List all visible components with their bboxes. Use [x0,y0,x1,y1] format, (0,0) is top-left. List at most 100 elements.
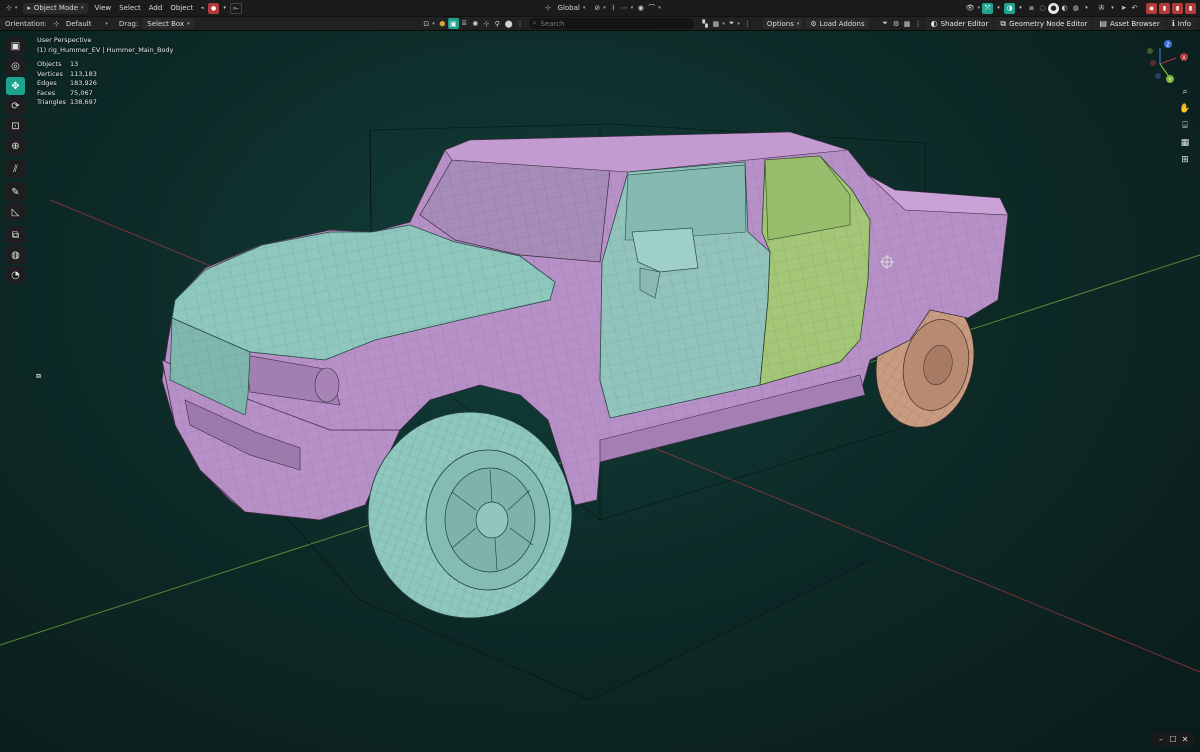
gizmo-toggle-icon[interactable]: ⤧ [982,2,993,14]
material-filter-icon[interactable]: ⬤ [503,18,515,29]
snap-target-icon[interactable]: ⋯ ▾ [619,3,636,14]
mode-dropdown[interactable]: ▸ Object Mode ▾ [23,2,88,14]
measure-tool[interactable]: ◺ [6,203,25,221]
chevron-down-icon: ▾ [582,5,586,11]
visibility-icon[interactable]: 👁 ▾ [964,3,982,14]
tab-shader-editor[interactable]: ◐ Shader Editor [925,17,994,30]
transform-tool[interactable]: ⊕ [6,137,25,155]
bookmark-icon[interactable]: ▚ [700,18,711,29]
chevron-down-icon[interactable]: ▾ [1081,3,1092,14]
shading-wireframe-icon[interactable]: ◌ [1037,3,1048,14]
select-box-tool[interactable]: ▣ [6,37,25,55]
options-dropdown[interactable]: Options ▾ [762,18,804,29]
drag-dropdown[interactable]: Select Box ▾ [143,18,194,29]
xray-icon[interactable]: ⧈ [1026,3,1037,14]
armature-filter-icon[interactable]: ⚲ [492,18,503,29]
draw-tool[interactable]: ✎ [6,183,25,201]
cursor-arrow-icon[interactable]: ➤ [1118,3,1129,14]
overlay-toggle-icon[interactable]: ◑ [1004,2,1015,14]
rotate-tool[interactable]: ⟳ [6,97,25,115]
pan-hand-icon[interactable]: ✋ [1179,102,1192,115]
sidebar-toggle-icon[interactable]: ⧈ [36,371,45,380]
tab-label: Asset Browser [1109,19,1160,28]
empty-filter-icon[interactable]: ⊹ [481,18,492,29]
constraint-icon[interactable]: ⟜ [230,2,242,14]
orientation-icon: ⊹ [53,19,60,28]
menu-select[interactable]: Select [115,4,145,12]
chevron-down-icon[interactable]: ▾ [1107,3,1118,14]
chevron-down-icon[interactable]: ▾ [219,3,230,14]
search-input[interactable]: ⌕ Search [528,18,694,29]
navigation-gizmo[interactable]: Z X Y [1147,40,1188,84]
mesh-filter-icon[interactable]: ▣ [447,18,459,29]
zoom-icon[interactable]: ⌕ [1179,85,1192,98]
shading-material-icon[interactable]: ◐ [1059,3,1070,14]
chevron-down-icon[interactable]: ▾ [1015,3,1026,14]
tab-info[interactable]: ℹ Info [1166,17,1196,30]
minimize-icon[interactable]: – [1155,734,1167,745]
pencil-icon: ✎ [11,186,20,198]
close-icon[interactable]: ✕ [1179,734,1191,745]
perspective-toggle-icon[interactable]: ▦ [1179,136,1192,149]
menu-object[interactable]: Object [166,4,197,12]
editor-type-button[interactable]: ⊹ ▾ [4,3,19,14]
settings-icon[interactable]: ⚙ [891,18,902,29]
add-cube-tool[interactable]: ⧉ [6,226,25,244]
stop-icon[interactable]: ● [208,2,220,14]
add-tool[interactable]: ◍ [6,246,25,264]
render-icon[interactable]: ✇ [1096,3,1107,14]
more-options-icon[interactable]: ⋮ [913,18,924,29]
addon-icon: ⚙ [810,19,817,28]
filter-more-icon[interactable]: ⋮ [515,18,526,29]
warning-icon[interactable]: ▮ [1172,2,1183,14]
filter-icon[interactable]: ⏷ ▾ [727,18,742,29]
layout-icon[interactable]: ▦ ▾ [711,18,727,29]
3d-viewport[interactable]: Z X Y [0,31,1200,752]
tab-geometry-node-editor[interactable]: ⧉ Geometry Node Editor [995,17,1093,30]
alert-icon[interactable]: ▮ [1159,2,1170,14]
cube-icon: ⧉ [11,229,20,241]
front-wheel [367,411,573,619]
annotate-tool[interactable]: ⫽ [6,160,25,178]
error-icon[interactable]: ▮ [1185,2,1196,14]
menu-add[interactable]: Add [145,4,167,12]
shader-icon: ◐ [930,19,938,28]
tab-asset-browser[interactable]: ▤ Asset Browser [1094,17,1165,30]
gizmo-neg-y[interactable] [1147,48,1153,54]
camera-filter-icon[interactable]: ⌸ [459,18,470,29]
camera-view-icon[interactable]: ⌸ [1179,119,1192,132]
undo-icon[interactable]: ↶ [1129,3,1140,14]
grid-icon[interactable]: ▦ [902,18,913,29]
link-icon[interactable]: ⌁ [197,3,208,14]
filter-funnel-icon[interactable]: ⏷ [880,18,891,29]
shading-rendered-icon[interactable]: ◍ [1070,3,1081,14]
quad-view-icon[interactable]: ⊞ [1179,153,1192,166]
front-door [599,161,771,419]
scale-tool[interactable]: ⊡ [6,117,25,135]
move-tool[interactable]: ✥ [6,77,25,95]
collection-icon[interactable]: ⊡ ▾ [421,18,436,29]
gizmo-neg-z[interactable] [1155,73,1161,79]
pivot-icon[interactable]: ⊘ ▾ [592,3,607,14]
light-filter-icon[interactable]: ✺ [470,18,481,29]
mode-icon: ▸ [27,4,31,12]
snap-icon[interactable]: ⌇ [608,3,619,14]
transform-orientation-dropdown[interactable]: Global ▾ [554,3,590,14]
extra-tool[interactable]: ◔ [6,266,25,284]
falloff-icon[interactable]: ⌒ ▾ [646,3,663,14]
menu-view[interactable]: View [91,4,116,12]
move-icon: ✥ [11,80,20,92]
gizmo-neg-x[interactable] [1150,60,1156,66]
record-icon[interactable]: ◉ [1146,2,1157,14]
cursor-tool[interactable]: ◎ [6,57,25,75]
shading-solid-icon[interactable]: ● [1048,2,1059,14]
load-addons-button[interactable]: ⚙ Load Addons [806,18,869,29]
maximize-icon[interactable]: ☐ [1167,734,1179,745]
tab-label: Geometry Node Editor [1009,19,1088,28]
stat-value: 75,067 [70,88,93,97]
more-options-icon[interactable]: ⋮ [742,18,753,29]
object-filter-icon[interactable]: ⬢ [437,18,448,29]
proportional-edit-icon[interactable]: ◉ [635,3,646,14]
chevron-down-icon[interactable]: ▾ [993,3,1004,14]
orientation-dropdown[interactable]: Default ▾ [62,18,112,29]
